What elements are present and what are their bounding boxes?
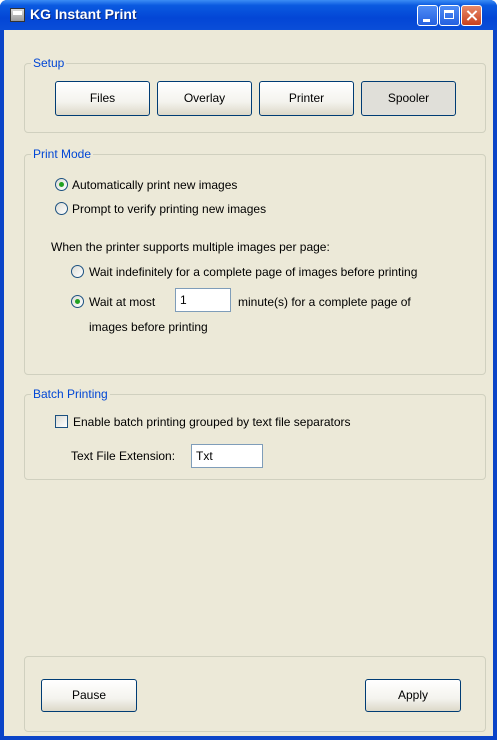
wait-indefinitely-label[interactable]: Wait indefinitely for a complete page of… <box>89 265 417 279</box>
printer-button[interactable]: Printer <box>259 81 354 116</box>
enable-batch-label[interactable]: Enable batch printing grouped by text fi… <box>73 415 351 429</box>
wait-minutes-input[interactable] <box>175 288 231 312</box>
app-window: KG Instant Print Setup Files Overlay Pri… <box>0 0 497 740</box>
wait-at-most-radio[interactable] <box>71 295 84 308</box>
auto-print-radio[interactable] <box>55 178 68 191</box>
files-button[interactable]: Files <box>55 81 150 116</box>
window-title: KG Instant Print <box>30 6 137 22</box>
enable-batch-checkbox[interactable] <box>55 415 68 428</box>
apply-button[interactable]: Apply <box>365 679 461 712</box>
minutes-suffix-label: minute(s) for a complete page of <box>238 295 411 309</box>
minimize-button[interactable] <box>417 5 438 26</box>
multi-image-label: When the printer supports multiple image… <box>51 240 330 254</box>
batch-printing-group: Batch Printing Enable batch printing gro… <box>24 387 486 480</box>
wait-at-most-label[interactable]: Wait at most <box>89 295 155 309</box>
wait-indefinitely-radio[interactable] <box>71 265 84 278</box>
spooler-button[interactable]: Spooler <box>361 81 456 116</box>
minutes-suffix-label-2: images before printing <box>89 320 208 334</box>
text-file-extension-label: Text File Extension: <box>71 449 176 463</box>
setup-group-title: Setup <box>31 56 67 70</box>
prompt-verify-radio[interactable] <box>55 202 68 215</box>
overlay-button[interactable]: Overlay <box>157 81 252 116</box>
setup-group: Setup Files Overlay Printer Spooler <box>24 56 486 133</box>
window-client-area: Setup Files Overlay Printer Spooler Prin… <box>4 30 493 736</box>
batch-printing-group-title: Batch Printing <box>31 387 110 401</box>
pause-button[interactable]: Pause <box>41 679 137 712</box>
maximize-button[interactable] <box>439 5 460 26</box>
text-file-extension-input[interactable] <box>191 444 263 468</box>
auto-print-label[interactable]: Automatically print new images <box>72 178 237 192</box>
app-icon[interactable] <box>10 8 25 22</box>
title-bar[interactable]: KG Instant Print <box>0 0 497 30</box>
print-mode-group-title: Print Mode <box>31 147 94 161</box>
print-mode-group: Print Mode Automatically print new image… <box>24 147 486 375</box>
close-button[interactable] <box>461 5 482 26</box>
bottom-button-panel: Pause Apply <box>24 656 486 732</box>
prompt-verify-label[interactable]: Prompt to verify printing new images <box>72 202 266 216</box>
